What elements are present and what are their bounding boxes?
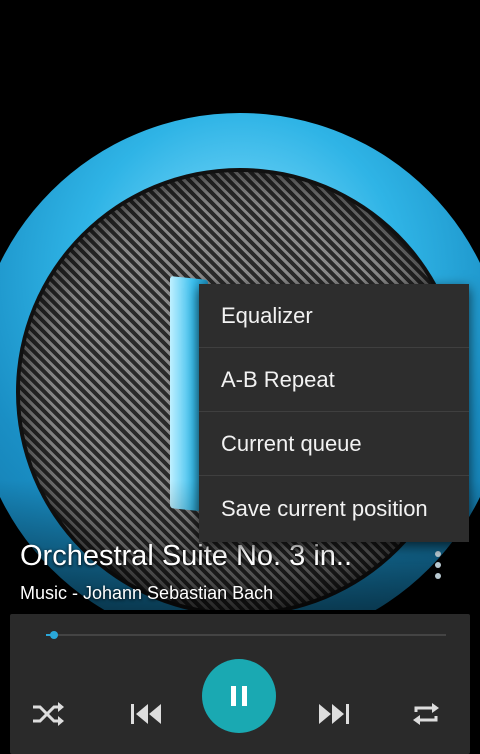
track-subtitle: Music - Johann Sebastian Bach (20, 583, 274, 603)
shuffle-button[interactable] (28, 694, 68, 734)
shuffle-icon (33, 702, 64, 726)
menu-item-save-position[interactable]: Save current position (199, 476, 469, 542)
next-icon (319, 704, 349, 724)
seek-bar[interactable] (46, 631, 446, 639)
seek-bar-thumb[interactable] (50, 631, 58, 639)
overflow-menu-button[interactable] (424, 544, 452, 586)
track-title: Orchestral Suite No. 3 in.. (20, 540, 353, 572)
previous-button[interactable] (126, 694, 166, 734)
repeat-icon (413, 703, 439, 725)
next-button[interactable] (314, 694, 354, 734)
menu-item-equalizer[interactable]: Equalizer (199, 284, 469, 348)
player-controls-panel (10, 614, 470, 754)
menu-item-ab-repeat[interactable]: A-B Repeat (199, 348, 469, 412)
overflow-dot-icon (435, 562, 441, 568)
overflow-dot-icon (435, 551, 441, 557)
popup-menu: Equalizer A-B Repeat Current queue Save … (199, 284, 469, 542)
previous-icon (131, 704, 161, 724)
play-pause-button[interactable] (202, 659, 276, 733)
repeat-button[interactable] (406, 694, 446, 734)
menu-item-current-queue[interactable]: Current queue (199, 412, 469, 476)
overflow-dot-icon (435, 573, 441, 579)
pause-icon (231, 686, 247, 706)
